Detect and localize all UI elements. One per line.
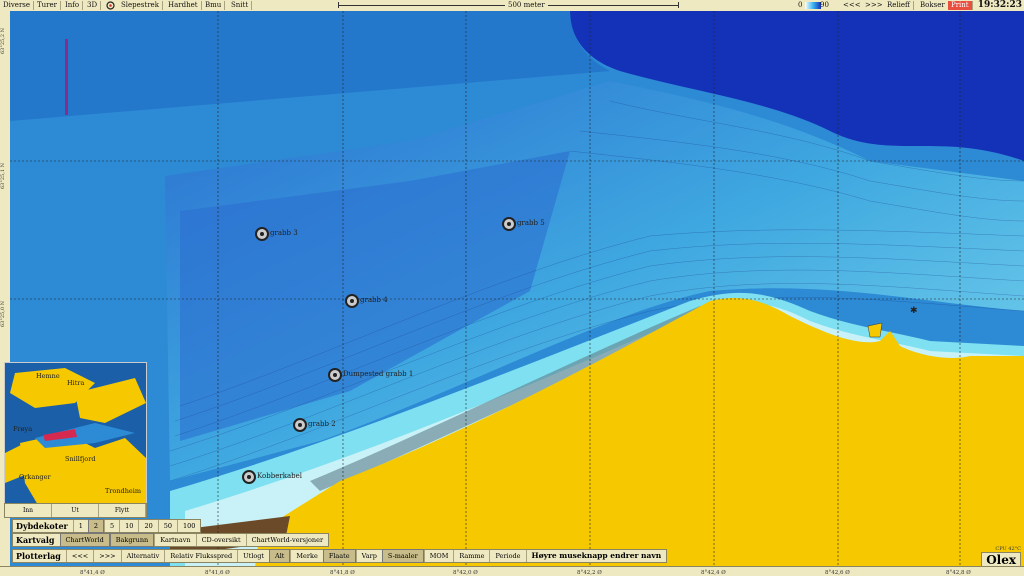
- chart-names-toggle[interactable]: Kartnavn: [154, 534, 195, 546]
- station-label: grabb 4: [360, 296, 388, 304]
- station-label: grabb 2: [308, 420, 336, 428]
- lat-label: 63°25,2 N: [0, 28, 6, 54]
- layer-next-button[interactable]: >>>: [93, 550, 120, 562]
- chart-selection-panel: Kartvalg ChartWorld Bakgrunn Kartnavn CD…: [12, 533, 330, 547]
- lon-label: 8°42,6 Ø: [825, 570, 850, 576]
- nav-next-button[interactable]: >>>: [862, 1, 887, 10]
- layer-option[interactable]: Varp: [355, 550, 382, 562]
- lon-label: 8°41,6 Ø: [205, 570, 230, 576]
- menu-diverse[interactable]: Diverse: [0, 1, 35, 10]
- relief-button[interactable]: Relieff: [884, 1, 915, 10]
- lon-label: 8°42,4 Ø: [701, 570, 726, 576]
- depth-option[interactable]: 50: [157, 520, 177, 532]
- rename-hint: Høyre museknapp endrer navn: [525, 550, 667, 562]
- layer-option-selected[interactable]: Flaate: [322, 549, 356, 563]
- background-toggle[interactable]: Bakgrunn: [109, 533, 155, 547]
- lat-label: 63°25,0 N: [0, 301, 6, 327]
- station-label: Kobberkabel: [257, 472, 302, 480]
- lon-label: 8°42,8 Ø: [946, 570, 971, 576]
- minimap-place: Snillfjord: [65, 455, 96, 463]
- layer-option[interactable]: Periode: [489, 550, 525, 562]
- menu-3d[interactable]: 3D: [84, 1, 102, 10]
- station-marker-icon[interactable]: [242, 470, 256, 484]
- north-arrow-icon: [65, 39, 68, 115]
- menu-slepestrek[interactable]: Slepestrek: [118, 1, 163, 10]
- chartworld-toggle[interactable]: ChartWorld: [59, 533, 110, 547]
- lon-label: 8°41,8 Ø: [330, 570, 355, 576]
- menu-turer[interactable]: Turer: [34, 1, 62, 10]
- panel-label: Dybdekoter: [16, 521, 68, 531]
- menu-info[interactable]: Info: [62, 1, 84, 10]
- layer-option[interactable]: Relativ Fluksspred: [164, 550, 237, 562]
- layer-option-selected[interactable]: Alt: [269, 549, 291, 563]
- layer-option[interactable]: Merke: [290, 550, 322, 562]
- lon-label: 8°41,4 Ø: [80, 570, 105, 576]
- layer-option-selected[interactable]: S-maaler: [381, 549, 424, 563]
- target-icon: [103, 1, 119, 10]
- depth-option[interactable]: 5: [104, 520, 119, 532]
- bokser-button[interactable]: Bokser: [917, 1, 949, 10]
- depth-option[interactable]: 20: [138, 520, 157, 532]
- panel-label: Plotterlag: [16, 551, 61, 561]
- lon-label: 8°42,2 Ø: [577, 570, 602, 576]
- layer-prev-button[interactable]: <<<: [65, 550, 93, 562]
- layer-option[interactable]: Alternativ: [120, 550, 165, 562]
- scale-label: 500 meter: [505, 1, 548, 10]
- menu-snitt[interactable]: Snitt: [228, 1, 253, 10]
- clock: 19:32:23: [977, 0, 1022, 10]
- menu-hardhet[interactable]: Hardhet: [165, 1, 202, 10]
- depth-min: 0: [798, 1, 803, 9]
- station-marker-icon[interactable]: [328, 368, 342, 382]
- menu-bmu[interactable]: Bmu: [202, 1, 226, 10]
- depth-option[interactable]: 100: [177, 520, 200, 532]
- station-label: grabb 5: [517, 219, 545, 227]
- lat-label: 63°25,1 N: [0, 163, 6, 189]
- depth-option[interactable]: 1: [72, 520, 88, 532]
- nav-prev-button[interactable]: <<<: [840, 1, 865, 10]
- chart-map[interactable]: ✱ grabb 3 grabb 5 grabb 4 Dumpested grab…: [10, 11, 1024, 567]
- cd-overview-toggle[interactable]: CD-oversikt: [195, 534, 246, 546]
- minimap-controls: Inn Ut Flytt: [4, 503, 147, 518]
- minimap-place: Hitra: [67, 379, 85, 387]
- layer-option[interactable]: Utlogt: [237, 550, 269, 562]
- station-marker-icon[interactable]: [502, 217, 516, 231]
- svg-text:✱: ✱: [910, 306, 918, 316]
- zoom-out-button[interactable]: Ut: [52, 504, 99, 517]
- minimap-place: Frøya: [13, 425, 33, 433]
- lon-label: 8°42,0 Ø: [453, 570, 478, 576]
- depth-contour-panel: Dybdekoter 1 2 5 10 20 50 100: [12, 519, 202, 533]
- minimap-place: Hemne: [36, 372, 60, 380]
- depth-option[interactable]: 10: [119, 520, 138, 532]
- zoom-in-button[interactable]: Inn: [5, 504, 52, 517]
- station-label: grabb 3: [270, 229, 298, 237]
- plotter-layer-panel: Plotterlag <<< >>> Alternativ Relativ Fl…: [12, 549, 668, 563]
- panel-label: Kartvalg: [16, 535, 55, 545]
- layer-option[interactable]: MOM: [423, 550, 454, 562]
- overview-minimap[interactable]: Hemne Hitra Frøya Snillfjord Orkanger Tr…: [4, 362, 147, 518]
- minimap-place: Orkanger: [19, 473, 51, 481]
- chartworld-versions-toggle[interactable]: ChartWorld-versjoner: [245, 534, 328, 546]
- print-button[interactable]: Print: [948, 1, 973, 10]
- depth-max: 90: [820, 1, 829, 9]
- station-marker-icon[interactable]: [293, 418, 307, 432]
- station-marker-icon[interactable]: [345, 294, 359, 308]
- minimap-place: Trondheim: [105, 487, 141, 495]
- move-button[interactable]: Flytt: [99, 504, 146, 517]
- station-marker-icon[interactable]: [255, 227, 269, 241]
- layer-option[interactable]: Ramme: [453, 550, 489, 562]
- depth-option-selected[interactable]: 2: [87, 519, 105, 533]
- station-label: Dumpested grabb 1: [343, 370, 414, 378]
- longitude-ruler: 8°41,4 Ø 8°41,6 Ø 8°41,8 Ø 8°42,0 Ø 8°42…: [0, 566, 1024, 576]
